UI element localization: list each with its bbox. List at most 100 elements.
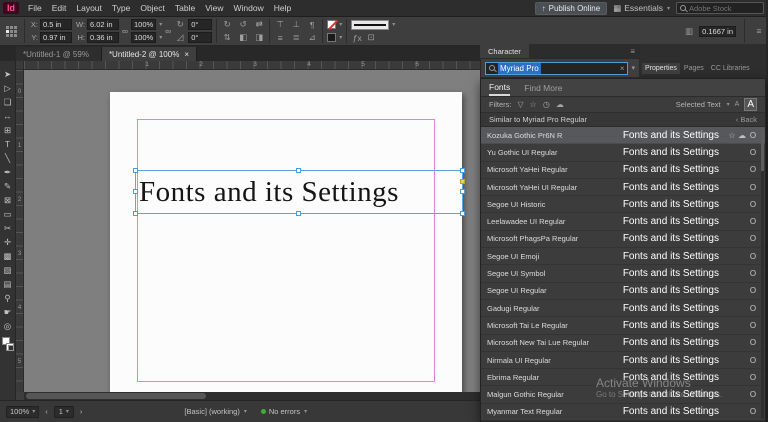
indesign-logo-icon[interactable]: Id (3, 2, 19, 14)
menu-item[interactable]: Window (229, 3, 269, 13)
clear-search-icon[interactable]: × (620, 64, 625, 73)
font-list-item[interactable]: Microsoft PhagsPa Regular Fonts and its … (481, 231, 765, 249)
font-menu-tab[interactable]: Fonts (489, 79, 511, 96)
font-search-input[interactable]: Myriad Pro × (485, 61, 629, 75)
flip-horizontal-icon[interactable]: ⇄ (253, 19, 265, 30)
scrollbar-thumb[interactable] (26, 393, 206, 399)
font-list-item[interactable]: Microsoft New Tai Lue Regular Fonts and … (481, 335, 765, 352)
font-dropdown-arrow-icon[interactable]: ▾ (631, 64, 635, 72)
character-panel-tab[interactable]: Character (480, 44, 529, 58)
scale-x-field[interactable]: 100% (131, 19, 157, 30)
preflight-profile[interactable]: [Basic] (working) ▾ (184, 407, 246, 416)
font-list-item[interactable]: Segoe UI Symbol Fonts and its Settings O (481, 265, 765, 283)
note-tool[interactable]: ▤ (0, 277, 15, 291)
constrain-scale-icon[interactable]: ∞ (162, 26, 174, 36)
hand-tool[interactable]: ☛ (0, 305, 15, 319)
y-field[interactable]: 0.97 in (40, 32, 72, 43)
corner-options-handle[interactable] (460, 179, 465, 184)
font-list-item[interactable]: Myanmar Text Regular Fonts and its Setti… (481, 404, 765, 422)
font-list-scrollbar[interactable] (761, 129, 764, 419)
reference-point-widget[interactable] (6, 25, 17, 37)
next-page-button[interactable]: › (78, 407, 85, 416)
frame-handle[interactable] (460, 168, 465, 173)
ruler-origin[interactable] (16, 61, 24, 70)
select-content-icon[interactable]: ◨ (253, 32, 265, 43)
align-center-icon[interactable]: ≣ (290, 32, 302, 43)
frame-handle[interactable] (133, 211, 138, 216)
effects-icon[interactable]: ƒx (351, 33, 363, 43)
page-number-dropdown[interactable]: 1 ▾ (53, 405, 74, 418)
page[interactable] (110, 92, 462, 392)
menu-item[interactable]: Table (170, 3, 200, 13)
frame-handle[interactable] (460, 211, 465, 216)
pasteboard[interactable]: Fonts and its Settings (24, 70, 480, 392)
font-list-item[interactable]: Kozuka Gothic Pr6N R Fonts and its Setti… (481, 127, 765, 145)
shear-field[interactable]: 0° (188, 32, 213, 43)
sample-size-small-button[interactable]: A (735, 101, 740, 108)
chevron-down-icon[interactable]: ▾ (727, 101, 730, 108)
frame-handle[interactable] (133, 168, 138, 173)
gradient-tool[interactable]: ▩ (0, 249, 15, 263)
panel-menu-icon[interactable]: ≡ (625, 47, 640, 56)
drop-shadow-icon[interactable]: ⊡ (365, 32, 377, 43)
zoom-tool[interactable]: ◎ (0, 319, 15, 333)
menu-item[interactable]: Object (135, 3, 170, 13)
frame-handle[interactable] (296, 211, 301, 216)
fill-stroke-swatches[interactable] (1, 337, 14, 351)
favorite-star-icon[interactable]: ☆ (727, 131, 737, 140)
menu-item[interactable]: File (23, 3, 47, 13)
font-list-item[interactable]: Segoe UI Historic Fonts and its Settings… (481, 196, 765, 214)
gap-tool[interactable]: ↔ (0, 109, 15, 123)
font-list-item[interactable]: Segoe UI Regular Fonts and its Settings … (481, 283, 765, 300)
rotate-cw-icon[interactable]: ↻ (221, 19, 233, 30)
scale-y-field[interactable]: 100% (131, 32, 157, 43)
font-list-item[interactable]: Leelawadee UI Regular Fonts and its Sett… (481, 213, 765, 231)
font-list-item[interactable]: Yu Gothic UI Regular Fonts and its Setti… (481, 144, 765, 162)
font-list-item[interactable]: Malgun Gothic Regular Fonts and its Sett… (481, 386, 765, 404)
constrain-proportions-icon[interactable]: ∞ (119, 26, 131, 36)
align-left-icon[interactable]: ≡ (274, 33, 286, 43)
rotation-field[interactable]: 0° (188, 19, 213, 30)
favorites-filter-icon[interactable]: ☆ (530, 100, 537, 109)
rotate-ccw-icon[interactable]: ↺ (237, 19, 249, 30)
frame-handle[interactable] (133, 189, 138, 194)
gradient-feather-tool[interactable]: ▨ (0, 263, 15, 277)
flip-vertical-icon[interactable]: ⇅ (221, 32, 233, 43)
fit-content-icon[interactable]: ⊤ (274, 19, 286, 30)
menu-item[interactable]: Type (107, 3, 135, 13)
frame-handle[interactable] (460, 189, 465, 194)
dock-tab[interactable]: CC Libraries (707, 63, 753, 74)
workspace-switcher[interactable]: ▦ Essentials ▾ (613, 3, 670, 14)
text-wrap-icon[interactable]: ⊿ (306, 32, 318, 43)
previous-page-button[interactable]: ‹ (43, 407, 50, 416)
height-field[interactable]: 0.36 in (87, 32, 119, 43)
menu-item[interactable]: Help (269, 3, 296, 13)
eyedropper-tool[interactable]: ⚲ (0, 291, 15, 305)
recent-filter-icon[interactable]: ◷ (543, 100, 550, 109)
publish-online-button[interactable]: ↑ Publish Online (534, 1, 608, 15)
stock-search-input[interactable] (689, 3, 759, 13)
frame-handle[interactable] (296, 168, 301, 173)
font-list-item[interactable]: Gadugi Regular Fonts and its Settings O (481, 300, 765, 318)
preflight-status[interactable]: No errors ▾ (260, 407, 307, 416)
document-tab[interactable]: *Untitled-2 @ 100% × (101, 47, 197, 61)
menu-item[interactable]: Layout (71, 3, 107, 13)
stroke-style-dropdown[interactable] (351, 19, 390, 30)
font-menu-tab[interactable]: Find More (524, 79, 562, 96)
chevron-down-icon[interactable]: ▾ (339, 21, 342, 28)
fill-swatch-none[interactable] (327, 20, 337, 29)
sample-size-large-button[interactable]: A (744, 98, 757, 111)
selection-tool[interactable]: ➤ (0, 67, 15, 81)
select-container-icon[interactable]: ◧ (237, 32, 249, 43)
panel-menu-icon[interactable]: ≡ (753, 26, 765, 36)
chevron-down-icon[interactable]: ▾ (392, 21, 395, 28)
activate-cloud-icon[interactable]: ☁ (737, 131, 747, 140)
document-tab[interactable]: *Untitled-1 @ 59% (16, 47, 102, 61)
preview-source-label[interactable]: Selected Text (676, 100, 721, 109)
x-field[interactable]: 0.5 in (40, 19, 72, 30)
scrollbar-thumb[interactable] (761, 129, 764, 171)
menu-item[interactable]: View (200, 3, 228, 13)
horizontal-scrollbar[interactable] (24, 392, 480, 400)
chevron-down-icon[interactable]: ▾ (339, 34, 342, 41)
font-list-item[interactable]: Segoe UI Emoji Fonts and its Settings O (481, 248, 765, 266)
